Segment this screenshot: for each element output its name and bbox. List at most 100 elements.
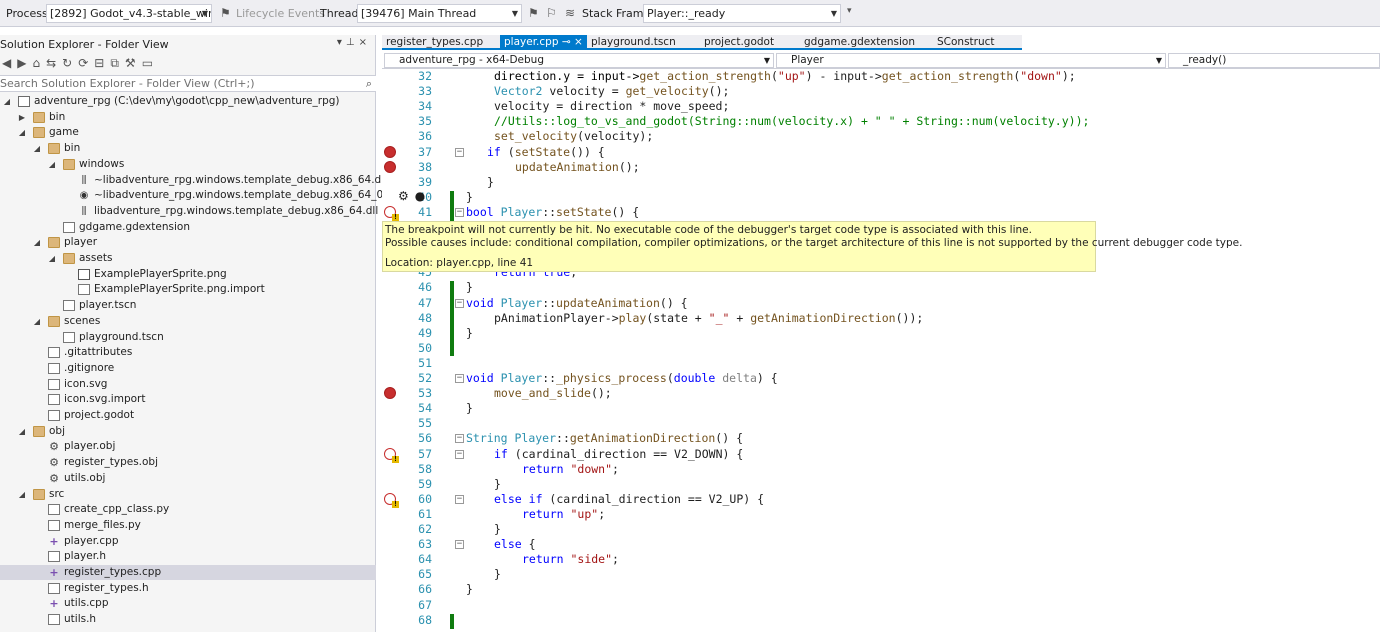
code-line[interactable]: 36 set_velocity(velocity);: [382, 129, 1380, 144]
tree-item[interactable]: ◢ src: [0, 487, 376, 502]
settings-gear-icon[interactable]: ⚙: [398, 189, 415, 203]
code-line[interactable]: 49}: [382, 326, 1380, 341]
tree-item[interactable]: ⫼ libadventure_rpg.windows.template_debug…: [0, 204, 379, 219]
tree-item[interactable]: ◢ obj: [0, 424, 376, 439]
tree-item[interactable]: merge_files.py: [0, 518, 376, 533]
code-line[interactable]: 56 − String Player::getAnimationDirection(…: [382, 431, 1380, 446]
tree-item[interactable]: ◢ bin: [0, 141, 376, 156]
collapse-region-icon[interactable]: −: [455, 449, 464, 459]
pin-icon[interactable]: ⊥: [346, 37, 359, 48]
scope-dropdown[interactable]: Player ▼: [776, 53, 1166, 68]
code-line[interactable]: 60 − else if (cardinal_direction == V2_UP)…: [382, 492, 1380, 508]
tab-sconstruct[interactable]: SConstruct: [933, 35, 1021, 50]
code-line[interactable]: 66}: [382, 582, 1380, 597]
tree-item[interactable]: ◢ adventure_rpg (C:\dev\my\godot\cpp_new\…: [0, 94, 376, 109]
flag-filter-icon[interactable]: ⚐: [546, 6, 557, 20]
collapsed-arrow-icon[interactable]: ▶: [17, 110, 27, 125]
expanded-arrow-icon[interactable]: ◢: [47, 251, 57, 266]
flag-thread-icon[interactable]: ⚑: [528, 6, 539, 20]
tree-item[interactable]: project.godot: [0, 408, 376, 423]
code-line[interactable]: 67: [382, 598, 1380, 613]
expanded-arrow-icon[interactable]: ◢: [32, 314, 42, 329]
tab-pin-close-icon[interactable]: ⊸ ×: [558, 36, 583, 48]
collapse-region-icon[interactable]: −: [455, 434, 464, 444]
collapse-region-icon[interactable]: −: [455, 540, 464, 550]
code-line[interactable]: 55: [382, 416, 1380, 431]
expanded-arrow-icon[interactable]: ◢: [17, 125, 27, 140]
tree-item[interactable]: player.tscn: [0, 298, 376, 313]
tree-item[interactable]: ▶ bin: [0, 110, 376, 125]
tree-item[interactable]: .gitattributes: [0, 345, 376, 360]
close-icon[interactable]: ×: [359, 37, 371, 48]
code-line[interactable]: 40}: [382, 190, 1380, 205]
breakpoint-warning-icon[interactable]: [384, 447, 399, 463]
breakpoint-icon[interactable]: [384, 160, 396, 173]
breakpoint-action-icon[interactable]: ●: [415, 189, 431, 203]
code-line[interactable]: 34 velocity = direction * move_speed;: [382, 99, 1380, 114]
tree-item[interactable]: ◢ windows: [0, 157, 376, 172]
tree-item[interactable]: utils.h: [0, 612, 376, 627]
code-line[interactable]: 58 return "down";: [382, 462, 1380, 477]
code-line[interactable]: 41 −bool Player::setState() {: [382, 205, 1380, 221]
breakpoint-icon[interactable]: [384, 387, 396, 400]
tree-item[interactable]: playground.tscn: [0, 330, 376, 345]
tab-player-cpp[interactable]: player.cpp ⊸ ×: [500, 35, 587, 50]
tree-item[interactable]: .gitignore: [0, 361, 376, 376]
code-editor[interactable]: 32 direction.y = input->get_action_streng…: [382, 69, 1380, 632]
tab-playground-tscn[interactable]: playground.tscn: [587, 35, 700, 50]
code-line[interactable]: 54}: [382, 401, 1380, 416]
solution-explorer-search-input[interactable]: Search Solution Explorer - Folder View (…: [0, 75, 376, 92]
preview-icon[interactable]: ▭: [142, 56, 159, 70]
tree-item[interactable]: ExamplePlayerSprite.png.import: [0, 282, 376, 297]
project-dropdown[interactable]: adventure_rpg - x64-Debug ▼: [384, 53, 774, 68]
refresh-icon[interactable]: ⟳: [78, 56, 94, 70]
code-line[interactable]: 39}: [382, 175, 1380, 190]
tab-register-types-cpp[interactable]: register_types.cpp: [382, 35, 500, 50]
code-line[interactable]: 53 move_and_slide();: [382, 386, 1380, 401]
tree-item[interactable]: + utils.cpp: [0, 596, 376, 611]
forward-icon[interactable]: ▶: [17, 56, 32, 70]
tree-item[interactable]: ◉ ~libadventure_rpg.windows.template_debu…: [0, 188, 407, 203]
collapse-region-icon[interactable]: −: [455, 147, 464, 157]
thread-dropdown[interactable]: [39476] Main Thread ▼: [357, 4, 522, 23]
back-icon[interactable]: ◀: [2, 56, 17, 70]
code-line[interactable]: 65}: [382, 567, 1380, 582]
tree-item[interactable]: register_types.h: [0, 581, 376, 596]
lifecycle-events-button[interactable]: Lifecycle Events: [236, 7, 325, 20]
collapse-region-icon[interactable]: −: [455, 207, 464, 217]
window-position-icon[interactable]: ▾: [337, 37, 346, 48]
stack-frame-dropdown[interactable]: Player::_ready ▼: [643, 4, 841, 23]
process-dropdown[interactable]: [2892] Godot_v4.3-stable_win64.ex ▼: [46, 4, 212, 23]
code-line[interactable]: 50: [382, 341, 1380, 356]
tree-item[interactable]: ◢ player: [0, 235, 376, 250]
tab-project-godot[interactable]: project.godot: [700, 35, 800, 50]
tree-item[interactable]: player.h: [0, 549, 376, 564]
code-line[interactable]: 59}: [382, 477, 1380, 492]
wrench-icon[interactable]: ⚒: [125, 56, 142, 70]
home-icon[interactable]: ⌂: [32, 56, 46, 70]
code-line[interactable]: 37 − if (setState()) {: [382, 145, 1380, 160]
code-line[interactable]: 38 updateAnimation();: [382, 160, 1380, 175]
code-line[interactable]: 47 − void Player::updateAnimation() {: [382, 296, 1380, 311]
tree-item[interactable]: ◢ game: [0, 125, 376, 140]
expanded-arrow-icon[interactable]: ◢: [47, 157, 57, 172]
expanded-arrow-icon[interactable]: ◢: [32, 235, 42, 250]
tree-item[interactable]: gdgame.gdextension: [0, 220, 376, 235]
sync-icon[interactable]: ↻: [62, 56, 78, 70]
code-line[interactable]: 61 return "up";: [382, 507, 1380, 522]
tree-item[interactable]: icon.svg: [0, 377, 376, 392]
code-line[interactable]: 48 pAnimationPlayer->play(state + "_" + g…: [382, 311, 1380, 326]
tree-item[interactable]: ◢ assets: [0, 251, 376, 266]
switch-views-icon[interactable]: ⇆: [46, 56, 62, 70]
code-line[interactable]: 35 //Utils::log_to_vs_and_godot(String::n…: [382, 114, 1380, 129]
expanded-arrow-icon[interactable]: ◢: [17, 487, 27, 502]
show-all-files-icon[interactable]: ⧉: [110, 56, 125, 70]
collapse-all-icon[interactable]: ⊟: [94, 56, 110, 70]
code-line[interactable]: 57 − if (cardinal_direction == V2_DOWN) {: [382, 447, 1380, 463]
code-line[interactable]: 51: [382, 356, 1380, 371]
tree-item[interactable]: icon.svg.import: [0, 392, 376, 407]
tree-item[interactable]: + player.cpp: [0, 534, 376, 549]
tree-item[interactable]: + register_types.cpp: [0, 565, 376, 580]
breakpoint-warning-icon[interactable]: [384, 492, 399, 508]
code-line[interactable]: 52 − void Player::_physics_process(double …: [382, 371, 1380, 386]
